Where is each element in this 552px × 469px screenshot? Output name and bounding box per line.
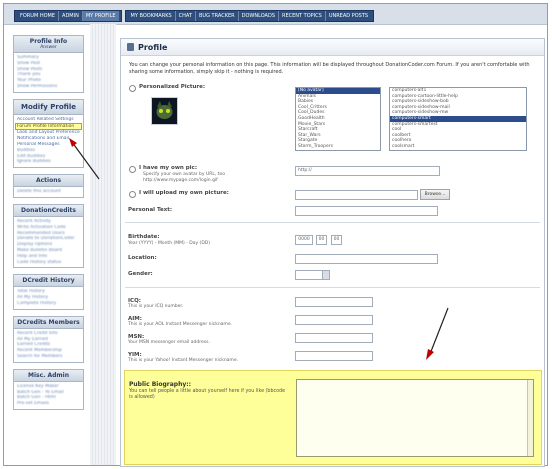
secondary-nav-group: MY BOOKMARKS CHAT BUG TRACKER DOWNLOADS … (124, 10, 375, 22)
nav-downloads[interactable]: DOWNLOADS (239, 11, 279, 21)
sidebar-link-account-settings[interactable]: Account Related Settings (17, 117, 80, 123)
own-pic-label: I have my own pic: (139, 165, 198, 171)
window-frame: FORUM HOME ADMIN MY PROFILE MY BOOKMARKS… (3, 3, 548, 467)
top-navigation-bar: FORUM HOME ADMIN MY PROFILE MY BOOKMARKS… (4, 4, 547, 25)
sidebar-link-members-4[interactable]: Search for Members (17, 354, 80, 360)
profile-header: Profile (121, 39, 544, 56)
upload-pic-radio[interactable] (129, 191, 136, 198)
nav-my-profile[interactable]: MY PROFILE (82, 11, 119, 21)
avatar-image (151, 97, 178, 125)
gender-label: Gender: (128, 271, 153, 277)
arrow-to-forum-profile-icon (69, 138, 100, 180)
avatar-category-list[interactable]: [No avatar] Animals Babies Cool_Critters… (295, 87, 381, 151)
intro-text: You can change your personal information… (129, 62, 530, 75)
location-label: Location: (128, 255, 157, 261)
birth-year-input[interactable]: 0000 (295, 235, 313, 245)
biography-label: Public Biography:: (129, 381, 192, 388)
biography-hint: You can tell people a little about yours… (129, 389, 286, 400)
birthdate-hint: Year (YYYY) - Month (MM) - Day (DD) (128, 241, 211, 246)
nav-bug-tracker[interactable]: BUG TRACKER (196, 11, 239, 21)
personal-picture-label: Personalized Picture: (139, 84, 206, 90)
decorative-stripe (90, 24, 116, 465)
donation-credits-box: DonationCredits Recent Activity Write Ac… (13, 203, 84, 269)
nav-unread-posts[interactable]: UNREAD POSTS (326, 11, 371, 21)
dcredit-history-heading: DCredit History (14, 275, 83, 288)
birth-day-input[interactable]: 00 (331, 235, 342, 245)
sidebar-link-delete-account[interactable]: Delete this account (17, 189, 80, 195)
divider (125, 222, 540, 223)
upload-file-input[interactable] (295, 190, 418, 200)
own-pic-example: http://www.mypage.com/login.gif (143, 178, 218, 183)
aim-hint: This is your AOL Instant Messenger nickn… (128, 322, 233, 327)
msn-hint: Your MSN messenger email address. (128, 340, 210, 345)
msn-input[interactable] (295, 333, 373, 343)
own-pic-url-input[interactable]: http:// (295, 166, 440, 176)
nav-recent-topics[interactable]: RECENT TOPICS (279, 11, 326, 21)
category-option[interactable]: Storm_Troopers (296, 144, 380, 150)
misc-admin-box: Misc. Admin License Key Maker Batch Gen … (13, 368, 84, 410)
biography-textarea[interactable] (296, 379, 534, 457)
icq-hint: This is your ICQ number. (128, 304, 184, 309)
sidebar-link-forum-profile[interactable]: Forum Profile Information (15, 122, 82, 131)
own-pic-radio[interactable] (129, 166, 136, 173)
dcredit-history-box: DCredit History Total History All My His… (13, 274, 84, 310)
nav-my-bookmarks[interactable]: MY BOOKMARKS (128, 11, 176, 21)
personal-text-input[interactable] (295, 206, 438, 216)
aim-input[interactable] (295, 315, 373, 325)
main-nav-group: FORUM HOME ADMIN MY PROFILE (14, 10, 122, 22)
arrow-to-biography-icon (426, 307, 449, 360)
birth-month-input[interactable]: 00 (316, 235, 327, 245)
birthdate-label: Birthdate: (128, 234, 160, 240)
sidebar-link-show-permissions[interactable]: Show Permissions (17, 84, 80, 90)
misc-admin-heading: Misc. Admin (14, 369, 83, 382)
profile-info-heading: Profile Info Answer (14, 36, 83, 53)
dcredits-members-heading: DCredits Members (14, 316, 83, 329)
profile-sidebar: Profile Info Answer Summary Show Post Sh… (13, 35, 84, 416)
yim-hint: This is your Yahoo! Instant Messenger ni… (128, 358, 239, 363)
avatar-gallery-radio[interactable] (129, 85, 136, 92)
gender-select[interactable] (295, 270, 330, 280)
avatar-option[interactable]: coolsmart (390, 144, 526, 150)
nav-admin[interactable]: ADMIN (59, 11, 83, 21)
nav-chat[interactable]: CHAT (176, 11, 196, 21)
biography-highlight: Public Biography:: You can tell people a… (124, 370, 542, 465)
icq-input[interactable] (295, 297, 373, 307)
location-input[interactable] (295, 254, 438, 264)
cat-avatar-icon (156, 101, 173, 119)
chevron-down-icon (322, 271, 329, 279)
donation-credits-heading: DonationCredits (14, 204, 83, 217)
profile-icon (127, 43, 134, 51)
avatar-file-list[interactable]: computers-alt1 computers-cartoon-little-… (389, 87, 527, 151)
sidebar-link-misc-3[interactable]: Pre-set Emails (17, 401, 80, 407)
scrollbar[interactable] (527, 380, 533, 456)
profile-panel: Profile You can change your personal inf… (120, 38, 545, 467)
profile-info-box: Profile Info Answer Summary Show Post Sh… (13, 35, 84, 93)
nav-forum-home[interactable]: FORUM HOME (17, 11, 60, 21)
yim-input[interactable] (295, 351, 373, 361)
divider (125, 287, 540, 288)
browse-button[interactable]: Browse... (420, 189, 450, 200)
page-title: Profile (138, 42, 168, 52)
dcredits-members-box: DCredits Members Recent Credit Info All … (13, 315, 84, 363)
own-pic-hint: Specify your own avatar by URL, too (143, 172, 226, 177)
sidebar-link-history-2[interactable]: Complete History (17, 301, 80, 307)
upload-pic-label: I will upload my own picture: (139, 190, 229, 196)
sidebar-link-donation-7[interactable]: Code History status (17, 260, 80, 266)
modify-profile-heading: Modify Profile (14, 99, 83, 115)
personal-text-label: Personal Text: (128, 207, 173, 213)
